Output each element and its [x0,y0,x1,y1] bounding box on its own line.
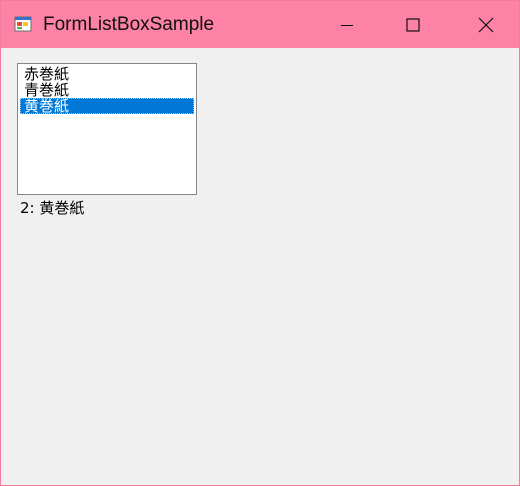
paper-listbox[interactable]: 赤巻紙 青巻紙 黄巻紙 [17,63,197,195]
title-bar[interactable]: FormListBoxSample [1,1,519,48]
list-item[interactable]: 青巻紙 [20,82,194,98]
maximize-icon [406,17,420,32]
listbox-items: 赤巻紙 青巻紙 黄巻紙 [18,66,196,114]
close-icon [478,17,494,32]
list-item[interactable]: 赤巻紙 [20,66,194,82]
minimize-button[interactable] [324,1,370,48]
maximize-button[interactable] [390,1,436,48]
window-title: FormListBoxSample [43,14,215,35]
close-button[interactable] [463,1,509,48]
list-item-selected[interactable]: 黄巻紙 [20,98,194,114]
form-app-icon [14,15,32,33]
app-window: FormListBoxSample 赤巻紙 青巻紙 黄巻紙 2: 黄巻紙 [0,0,520,486]
selection-label: 2: 黄巻紙 [20,199,85,217]
minimize-icon [341,24,353,26]
